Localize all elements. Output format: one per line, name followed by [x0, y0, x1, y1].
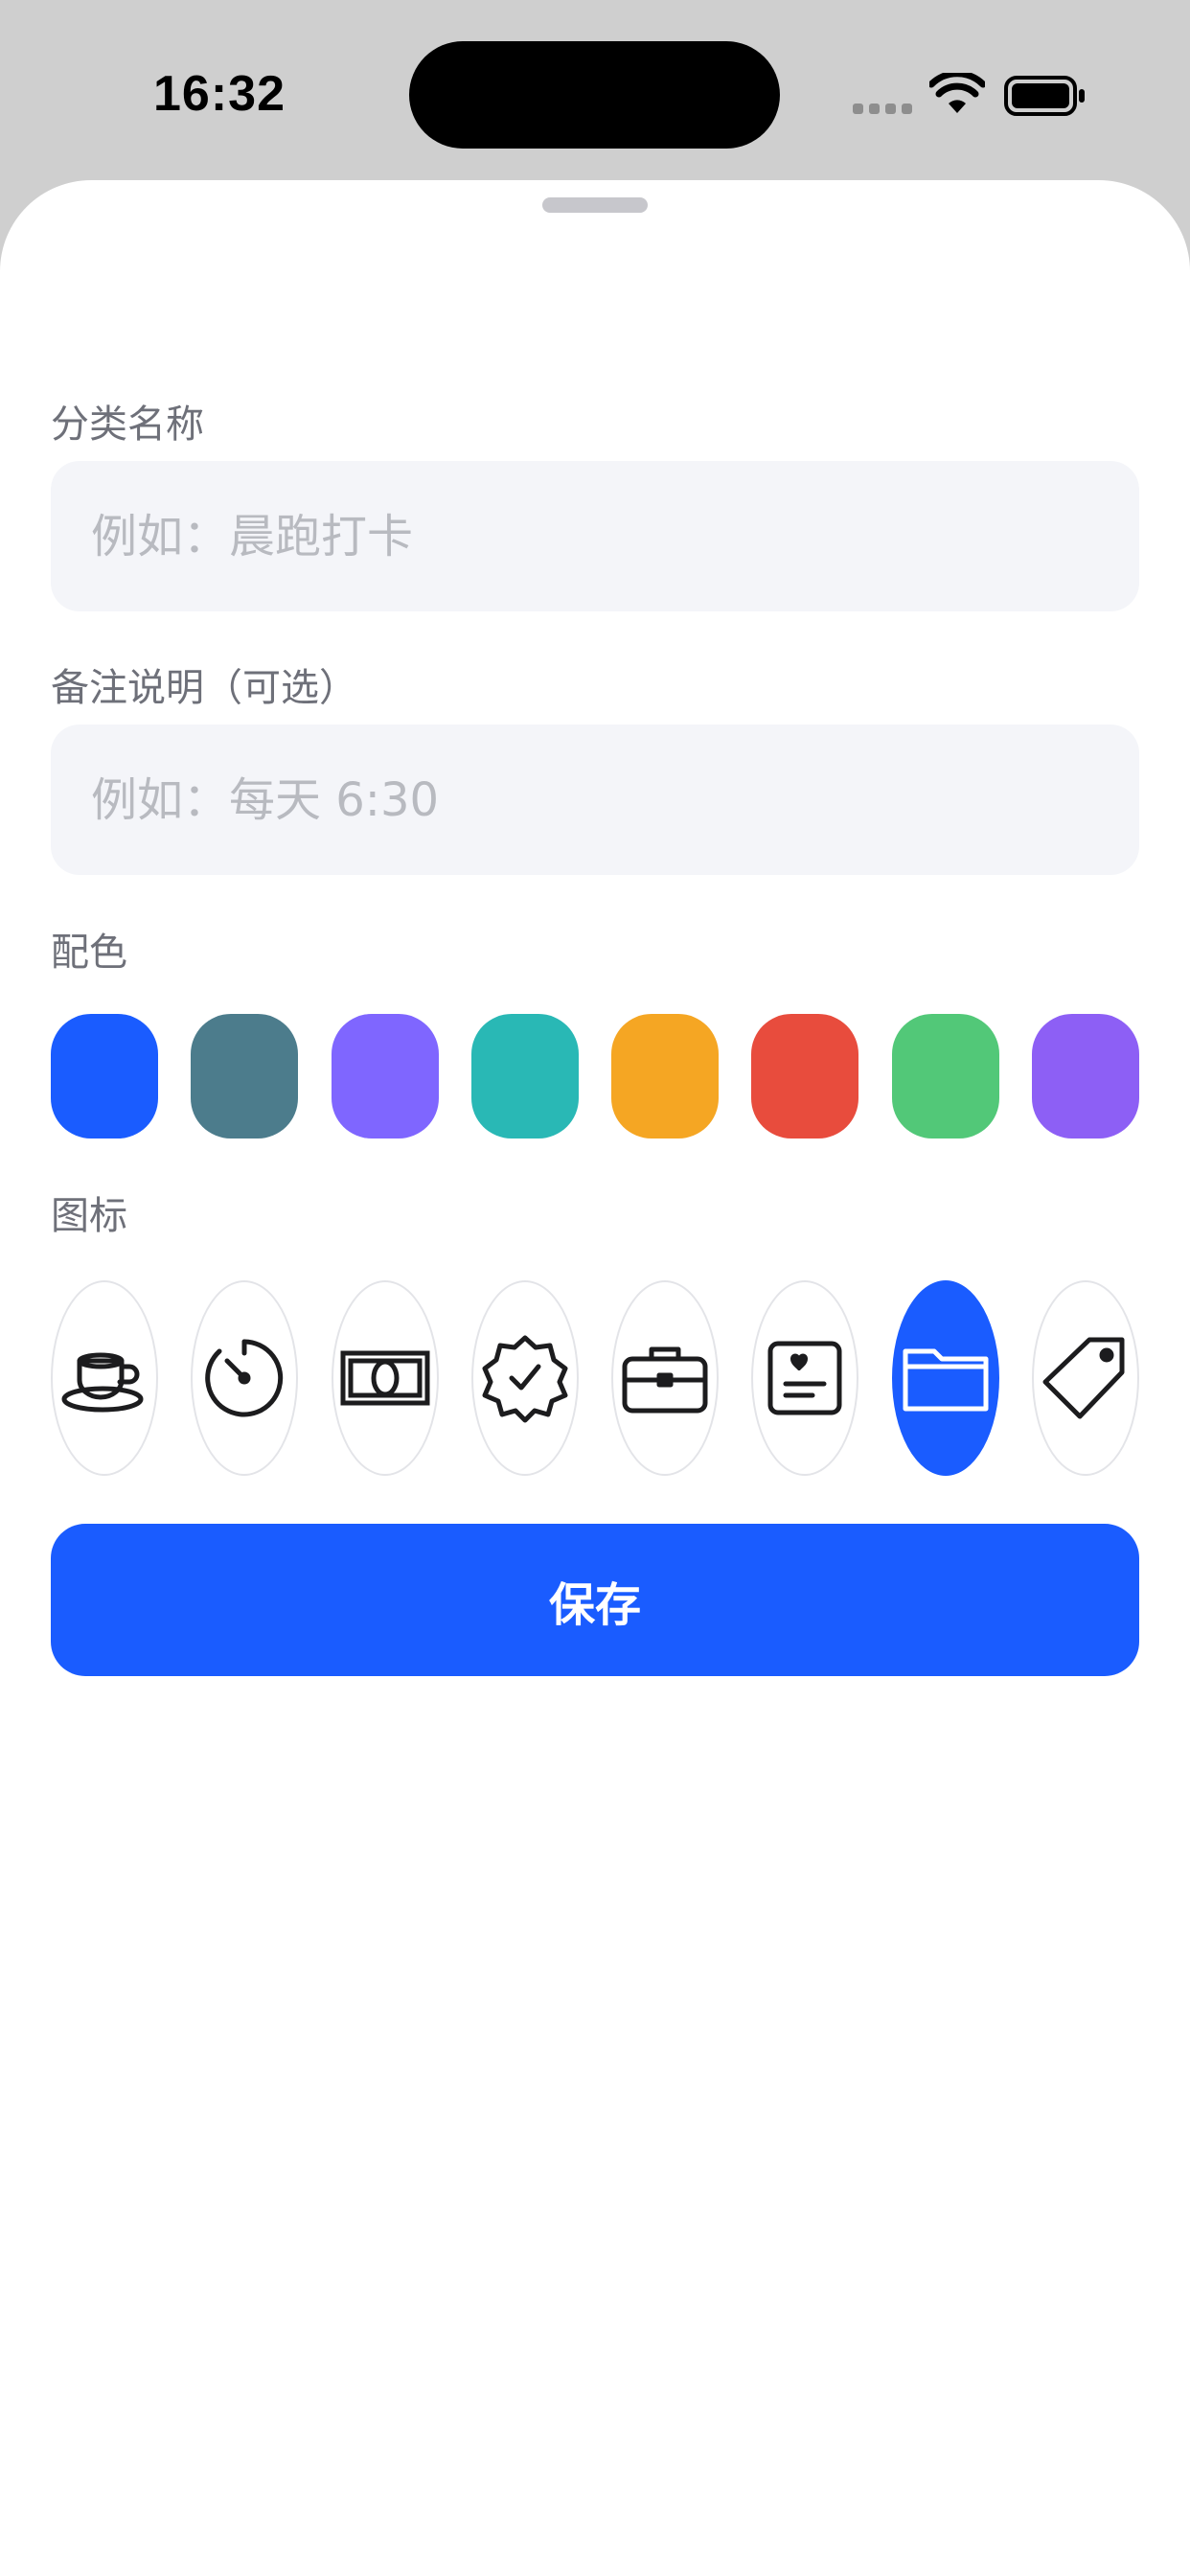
icon-option-heart-card[interactable] [751, 1280, 859, 1476]
cellular-signal-icon [853, 104, 912, 114]
heart-card-icon [767, 1341, 842, 1415]
color-swatch-purple[interactable] [1031, 1014, 1139, 1138]
color-swatch-green[interactable] [891, 1014, 999, 1138]
name-label: 分类名称 [51, 402, 204, 447]
bottom-sheet: 分类名称 备注说明（可选） 配色 图标 [0, 180, 1190, 2576]
cup-icon [61, 1352, 144, 1413]
folder-icon [903, 1348, 989, 1412]
name-input[interactable] [89, 508, 1139, 564]
icon-label: 图标 [51, 1194, 127, 1238]
color-swatch-violet[interactable] [331, 1014, 439, 1138]
icon-option-cup[interactable] [51, 1280, 158, 1476]
color-swatch-slate-teal[interactable] [191, 1014, 299, 1138]
icon-option-tag[interactable] [1031, 1280, 1139, 1476]
color-swatch-red[interactable] [751, 1014, 859, 1138]
status-time: 16:32 [153, 66, 286, 122]
color-swatch-row [51, 1014, 1139, 1138]
name-field[interactable] [51, 461, 1139, 611]
save-button[interactable]: 保存 [51, 1524, 1139, 1676]
note-label: 备注说明（可选） [51, 666, 357, 710]
icon-picker-row [51, 1280, 1139, 1476]
battery-icon [1004, 76, 1085, 116]
timer-icon [205, 1339, 284, 1417]
dynamic-island [409, 41, 780, 149]
icon-option-briefcase[interactable] [611, 1280, 720, 1476]
icon-option-folder[interactable] [891, 1280, 999, 1476]
note-field[interactable] [51, 724, 1139, 875]
checkmark-seal-icon [482, 1335, 568, 1423]
icon-option-checkmark-seal[interactable] [470, 1280, 579, 1476]
color-label: 配色 [51, 931, 127, 975]
icon-option-banknote[interactable] [331, 1280, 439, 1476]
tag-icon [1042, 1337, 1125, 1419]
color-swatch-blue[interactable] [51, 1014, 158, 1138]
sheet-grabber[interactable] [542, 197, 648, 213]
wifi-icon [929, 73, 985, 113]
briefcase-icon [622, 1346, 708, 1414]
banknote-icon [340, 1350, 430, 1406]
color-swatch-teal[interactable] [470, 1014, 579, 1138]
icon-option-timer[interactable] [191, 1280, 299, 1476]
note-input[interactable] [89, 771, 1139, 828]
color-swatch-orange[interactable] [611, 1014, 720, 1138]
